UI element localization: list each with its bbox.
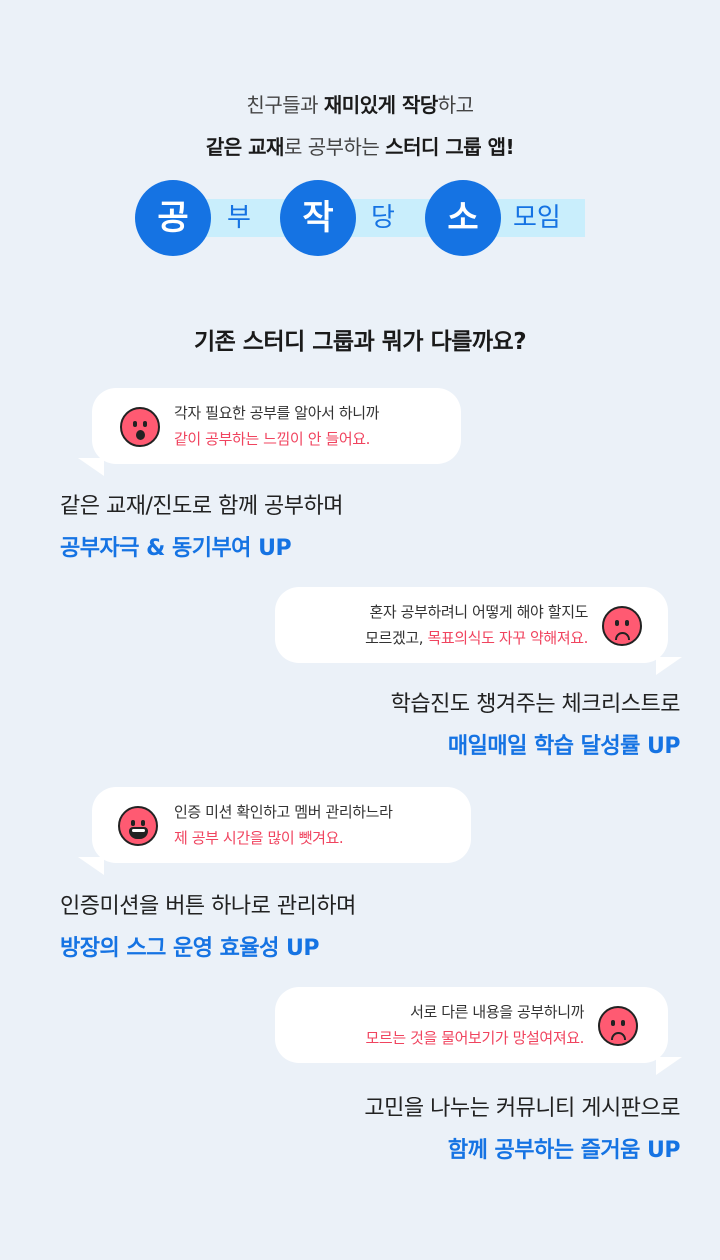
- speech-bubble-4: 서로 다른 내용을 공부하니까 모르는 것을 물어보기가 망설여져요.: [275, 987, 682, 1075]
- feature-claim-1: 같은 교재/진도로 함께 공부하며 공부자극 & 동기부여 UP: [60, 494, 344, 561]
- intro-text: 친구들과 재미있게 작당하고 같은 교재로 공부하는 스터디 그룹 앱!: [0, 86, 720, 166]
- speech-bubble-3: 인증 미션 확인하고 멤버 관리하느라 제 공부 시간을 많이 뺏겨요.: [78, 787, 471, 875]
- logo-circle-1: 공: [135, 180, 211, 256]
- shocked-face-icon: [118, 806, 158, 846]
- surprised-face-icon: [120, 407, 160, 447]
- logo-circle-3: 소: [425, 180, 501, 256]
- intro-line-2: 같은 교재로 공부하는 스터디 그룹 앱!: [205, 135, 515, 159]
- feature-claim-4: 고민을 나누는 커뮤니티 게시판으로 함께 공부하는 즐거움 UP: [364, 1096, 680, 1163]
- bubble-text: 서로 다른 내용을 공부하니까 모르는 것을 물어보기가 망설여져요.: [365, 1003, 585, 1047]
- feature-claim-2: 학습진도 챙겨주는 체크리스트로 매일매일 학습 달성률 UP: [390, 692, 681, 759]
- section-heading: 기존 스터디 그룹과 뭐가 다를까요?: [193, 329, 527, 355]
- bubble-text: 혼자 공부하려니 어떻게 해야 할지도 모르겠고, 목표의식도 자꾸 약해져요.: [365, 603, 588, 647]
- logo-circle-2: 작: [280, 180, 356, 256]
- intro-line-1: 친구들과 재미있게 작당하고: [246, 93, 474, 117]
- speech-bubble-1: 각자 필요한 공부를 알아서 하니까 같이 공부하는 느낌이 안 들어요.: [78, 388, 461, 476]
- speech-bubble-2: 혼자 공부하려니 어떻게 해야 할지도 모르겠고, 목표의식도 자꾸 약해져요.: [275, 587, 682, 675]
- feature-claim-3: 인증미션을 버튼 하나로 관리하며 방장의 스그 운영 효율성 UP: [60, 894, 356, 961]
- sad-face-icon: [602, 606, 642, 646]
- sad-face-icon: [598, 1006, 638, 1046]
- bubble-text: 인증 미션 확인하고 멤버 관리하느라 제 공부 시간을 많이 뺏겨요.: [174, 803, 393, 847]
- bubble-text: 각자 필요한 공부를 알아서 하니까 같이 공부하는 느낌이 안 들어요.: [174, 404, 380, 448]
- logo-text-2: 당: [371, 203, 395, 233]
- logo-text-3: 모임: [513, 203, 561, 233]
- app-logo: 공 부 작 당 소 모임: [135, 180, 585, 262]
- logo-text-1: 부: [227, 203, 251, 233]
